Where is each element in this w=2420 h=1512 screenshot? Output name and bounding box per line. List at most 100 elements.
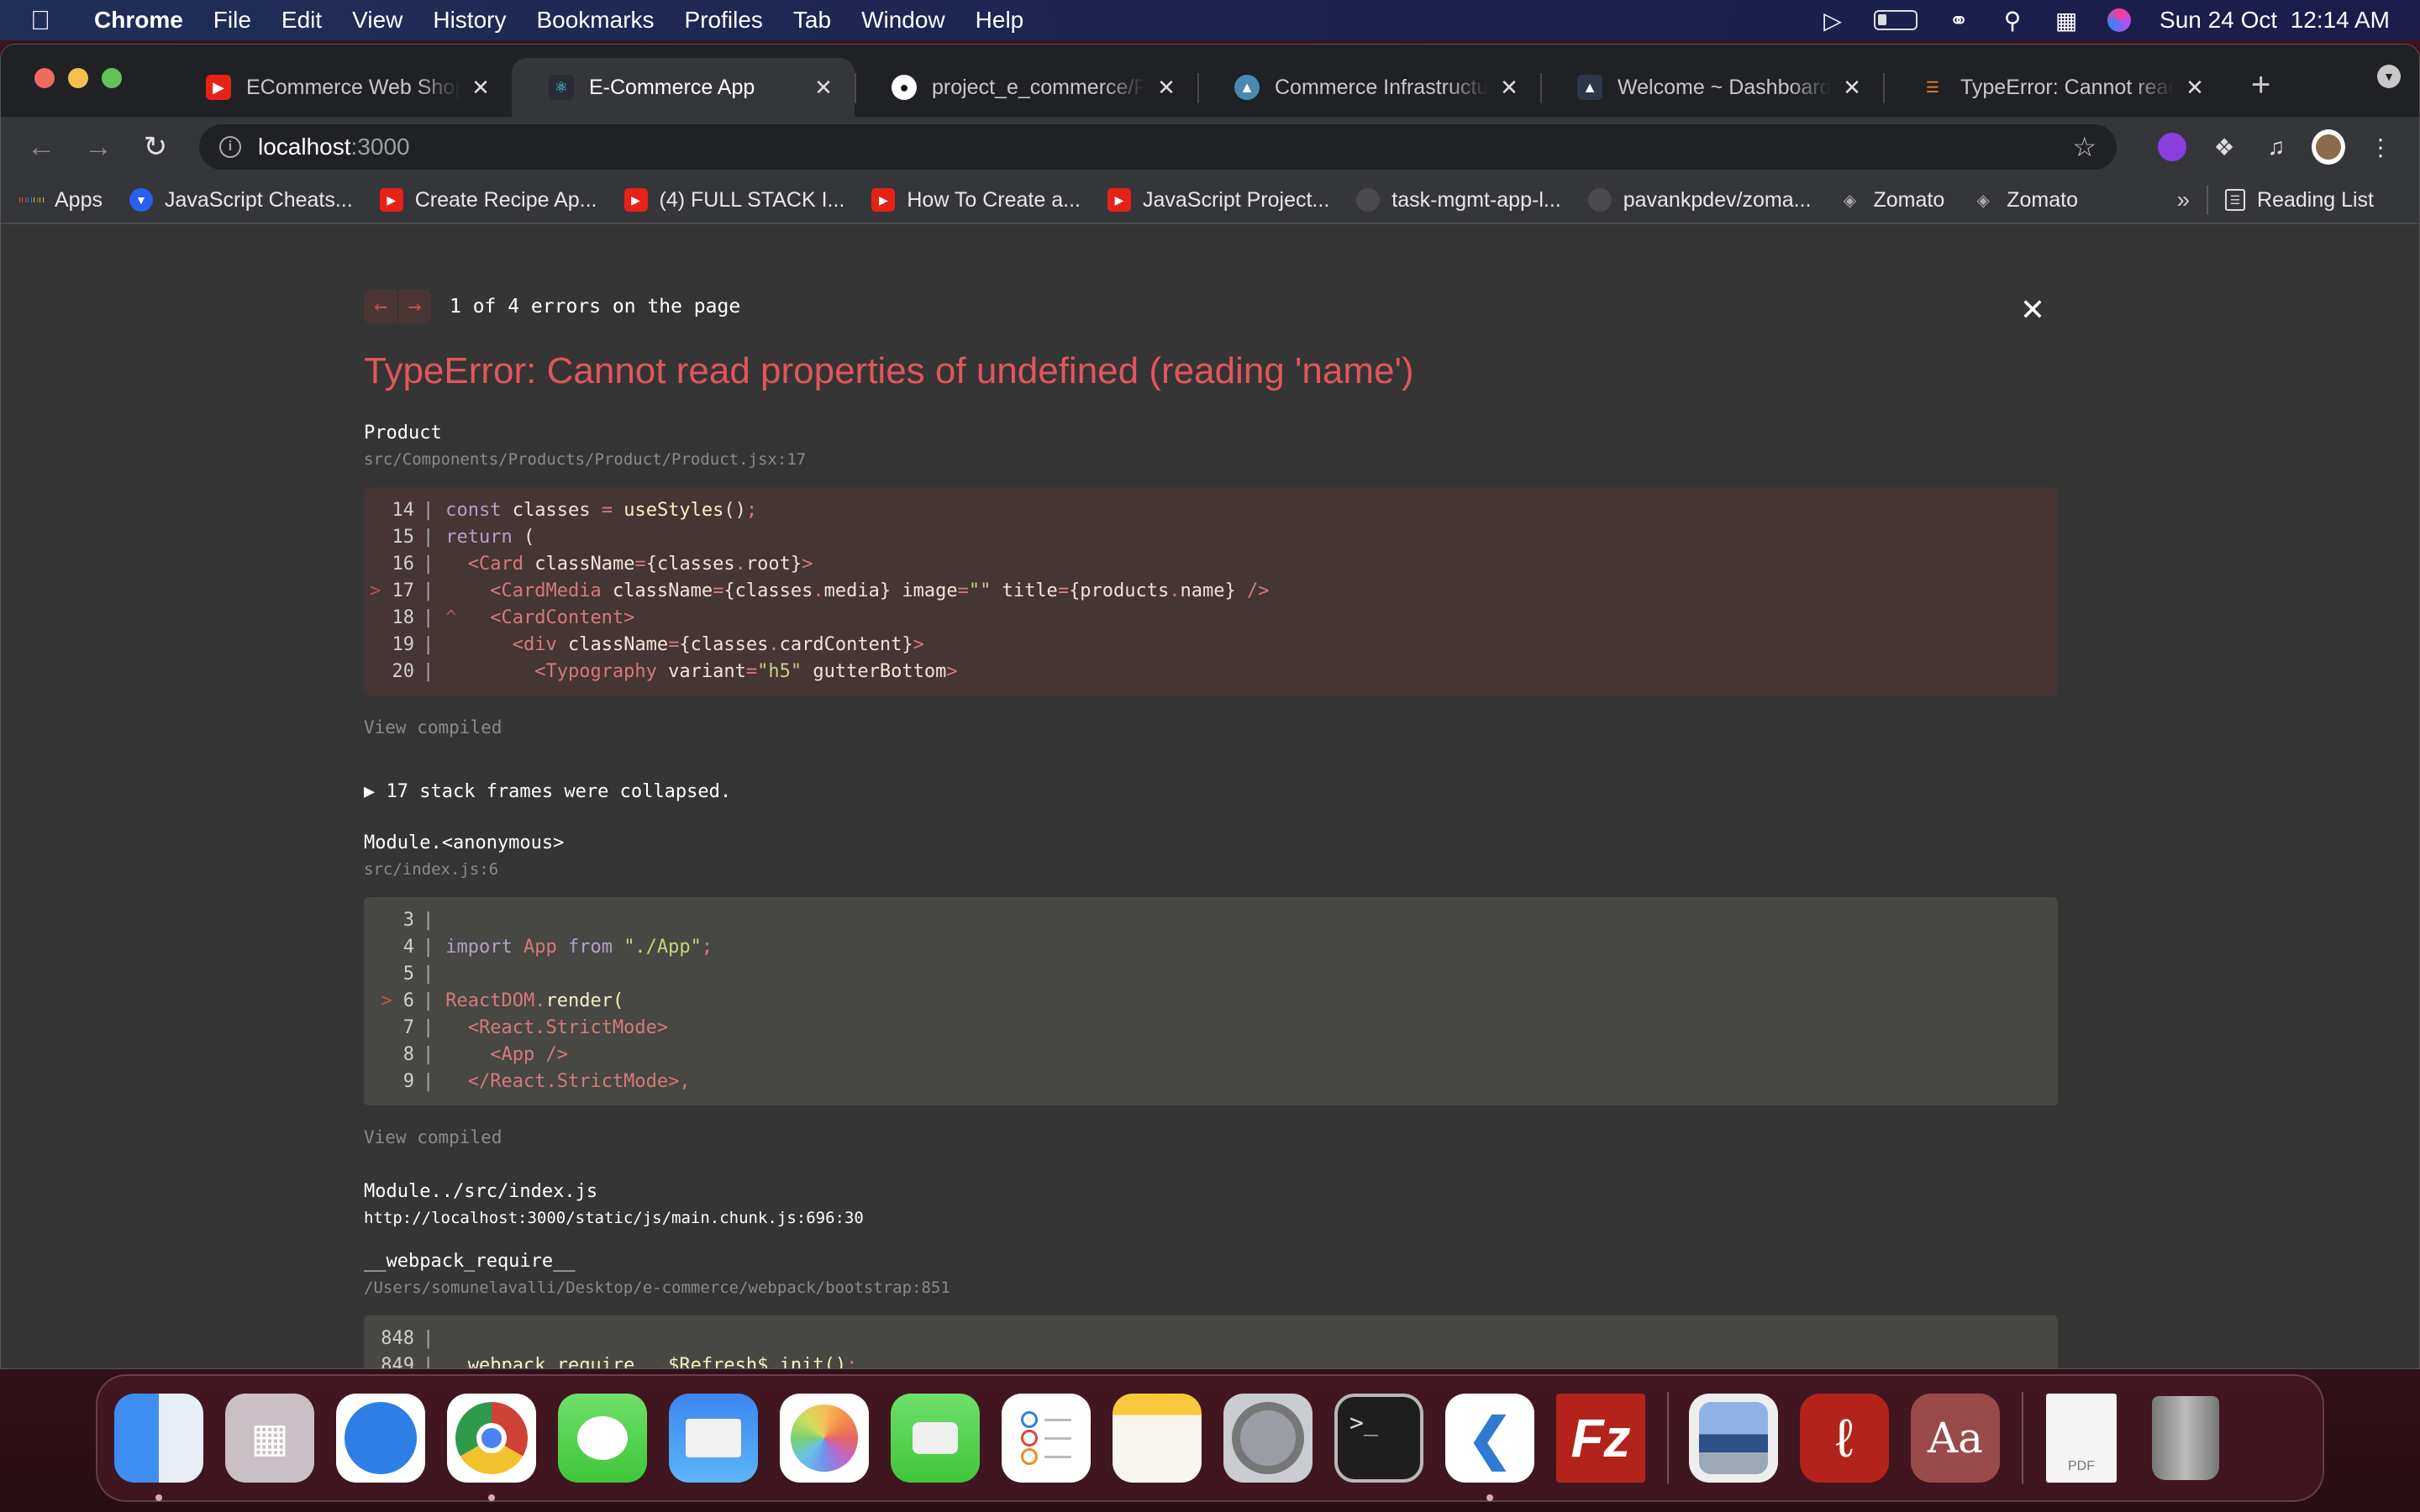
tab-close-icon[interactable]: ✕ [468,75,493,101]
menu-history[interactable]: History [433,7,506,34]
pdf-document-icon: PDF [2046,1394,2117,1483]
line-number: 3 [402,910,414,931]
dock-messages[interactable] [558,1394,647,1483]
reload-button[interactable]: ↻ [137,130,174,164]
dock-pdf-document[interactable]: PDF [2044,1394,2119,1483]
tab-project-e-commerce[interactable]: ● project_e_commerce/Pro ✕ [855,58,1197,117]
menu-app-name[interactable]: Chrome [94,7,183,34]
dock-adobe-acrobat[interactable]: ℓ [1800,1394,1889,1483]
dictionary-icon: Aa [1928,1414,1983,1462]
control-center-icon[interactable]: ▦ [2054,8,2079,34]
stack-frame-location[interactable]: src/Components/Products/Product/Product.… [364,450,2058,469]
messages-bubble-icon [577,1416,628,1460]
spotlight-search-icon[interactable]: ⚲ [2000,8,2025,34]
bookmark-javascript-cheatsheet[interactable]: ▼ JavaScript Cheats... [129,188,353,213]
screen-record-icon[interactable]: ▷ [1820,8,1845,34]
bookmarks-overflow-button[interactable]: » [2176,186,2190,213]
bookmark-apps[interactable]: Apps [19,188,103,213]
profile-avatar[interactable] [2312,129,2345,165]
dock-chrome[interactable] [447,1394,536,1501]
bookmark-javascript-project[interactable]: ▶ JavaScript Project... [1107,188,1329,213]
chrome-menu-icon[interactable]: ⋮ [2364,130,2397,164]
code-token: className [612,580,713,601]
dock-notes[interactable] [1113,1394,1202,1483]
tab-close-icon[interactable]: ✕ [1154,75,1179,101]
dock-reminders[interactable] [1002,1394,1091,1483]
close-overlay-button[interactable]: ✕ [2007,293,2058,328]
dock-mail[interactable] [669,1394,758,1483]
address-bar[interactable]: i localhost :3000 ☆ [199,124,2117,170]
bookmark-zomato-2[interactable]: ◈ Zomato [1971,188,2078,213]
dock-dictionary[interactable]: Aa [1911,1394,2000,1483]
bookmark-how-to-create[interactable]: ▶ How To Create a... [871,188,1081,213]
tab-commerce-infrastructure[interactable]: ▲ Commerce Infrastructure ✕ [1197,58,1540,117]
line-number: 19 [392,634,415,655]
bookmark-zomato-1[interactable]: ◈ Zomato [1838,188,1944,213]
menubar-clock[interactable]: Sun 24 Oct 12:14 AM [2160,7,2390,34]
line-number: 18 [392,607,415,628]
view-compiled-button[interactable]: View compiled [364,1127,2058,1147]
menu-bookmarks[interactable]: Bookmarks [536,7,654,34]
tab-close-icon[interactable]: ✕ [2182,75,2207,101]
dock-trash[interactable] [2141,1394,2230,1483]
dock-vscode[interactable]: ❮ [1445,1394,1534,1501]
menu-help[interactable]: Help [976,7,1024,34]
tab-search-icon[interactable]: ▼ [2377,65,2401,88]
dock-finder[interactable] [114,1394,203,1501]
dock-facetime[interactable] [891,1394,980,1483]
extensions-puzzle-icon[interactable]: ❖ [2207,130,2241,164]
dock-safari[interactable] [336,1394,425,1483]
previous-error-button[interactable]: ← [364,290,397,323]
siri-icon[interactable] [2107,8,2132,32]
code-token: __webpack_require__ [445,1355,657,1369]
tab-close-icon[interactable]: ✕ [1839,75,1865,101]
window-close-button[interactable] [34,68,55,88]
stack-frame-location[interactable]: src/index.js:6 [364,860,2058,879]
window-maximize-button[interactable] [102,68,122,88]
code-snippet: 3 | 4 | import App from "./App"; 5 | > 6 | ReactD… [364,897,2058,1105]
new-tab-button[interactable]: + [2251,66,2270,109]
tab-ecommerce-app[interactable]: ⚛ E-Commerce App ✕ [512,58,855,117]
menu-file[interactable]: File [213,7,251,34]
bookmark-create-recipe-app[interactable]: ▶ Create Recipe Ap... [379,188,597,213]
collapsed-frames-toggle[interactable]: ▶ 17 stack frames were collapsed. [364,781,2058,802]
window-minimize-button[interactable] [68,68,88,88]
tab-title: TypeError: Cannot read p [1960,75,2174,99]
tab-ecommerce-web-shop[interactable]: ▶ ECommerce Web Shop - ✕ [169,58,512,117]
media-control-icon[interactable]: ♫ [2260,130,2293,164]
bookmark-pavankpdev-zomato[interactable]: pavankpdev/zoma... [1587,188,1811,213]
dock-preview[interactable] [1689,1394,1778,1483]
bookmark-star-icon[interactable]: ☆ [2072,131,2096,163]
menu-window[interactable]: Window [861,7,945,34]
tab-close-icon[interactable]: ✕ [1497,75,1522,101]
stack-frame-location[interactable]: /Users/somunelavalli/Desktop/e-commerce/… [364,1278,2058,1297]
back-button[interactable]: ← [23,131,60,164]
link-icon[interactable]: ⚭ [1946,8,1971,34]
reading-list-button[interactable]: ☰ Reading List [2225,188,2374,213]
dock-photos[interactable] [780,1394,869,1483]
dock-terminal[interactable]: >_ [1334,1394,1423,1483]
tab-typeerror-stackoverflow[interactable]: ☰ TypeError: Cannot read p ✕ [1883,58,2226,117]
stack-frame-location[interactable]: http://localhost:3000/static/js/main.chu… [364,1209,2058,1227]
menu-edit[interactable]: Edit [281,7,322,34]
dock-filezilla[interactable]: Fz [1556,1394,1645,1483]
bookmark-task-mgmt-app[interactable]: task-mgmt-app-l... [1356,188,1561,213]
dock-system-preferences[interactable] [1223,1394,1313,1483]
tab-welcome-dashboard[interactable]: ▲ Welcome ~ Dashboard ✕ [1540,58,1883,117]
bookmark-full-stack[interactable]: ▶ (4) FULL STACK I... [623,188,844,213]
apple-logo-icon[interactable]:  [30,5,64,36]
code-token: $Refresh$ [668,1355,769,1369]
forward-button[interactable]: → [80,131,117,164]
extension-purple-icon[interactable] [2155,130,2189,164]
dock-launchpad[interactable]: ▦ [225,1394,314,1483]
menu-tab[interactable]: Tab [793,7,831,34]
battery-icon[interactable] [1874,10,1918,30]
view-compiled-button[interactable]: View compiled [364,717,2058,738]
tab-close-icon[interactable]: ✕ [811,75,836,101]
site-info-icon[interactable]: i [219,136,241,158]
menu-profiles[interactable]: Profiles [685,7,763,34]
next-error-button[interactable]: → [397,290,431,323]
code-token: ; [745,500,758,521]
menu-view[interactable]: View [352,7,402,34]
